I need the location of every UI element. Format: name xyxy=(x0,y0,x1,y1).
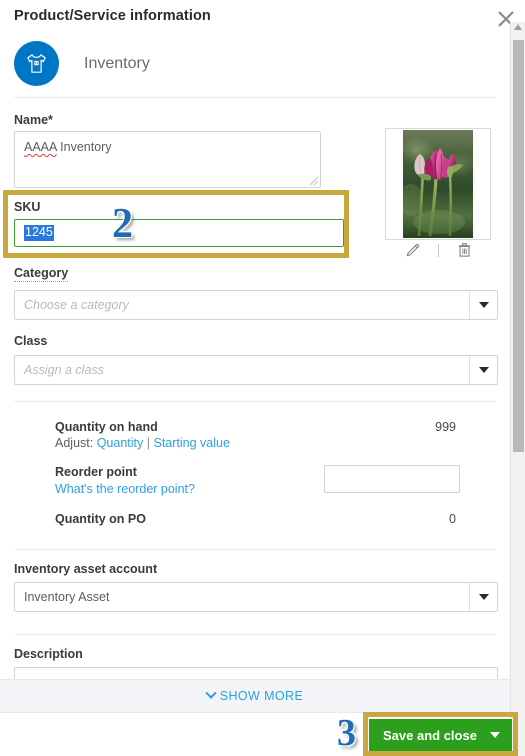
category-label: Category xyxy=(14,266,69,282)
category-value[interactable]: Choose a category xyxy=(15,291,469,319)
caret-down-icon[interactable] xyxy=(478,732,512,738)
sku-value: 1245 xyxy=(24,224,54,242)
show-more-button[interactable]: SHOW MORE xyxy=(205,687,304,703)
quantity-on-po-value: 0 xyxy=(449,512,456,526)
product-type-label: Inventory xyxy=(84,54,150,72)
inventory-asset-account-select[interactable]: Inventory Asset xyxy=(14,582,498,612)
name-resize-handle[interactable] xyxy=(308,175,319,186)
show-more-bar: SHOW MORE xyxy=(0,679,510,712)
class-label: Class xyxy=(14,334,48,348)
inventory-asset-account-value[interactable]: Inventory Asset xyxy=(15,583,469,611)
chevron-down-icon xyxy=(205,687,217,699)
adjust-row: Adjust: Quantity | Starting value xyxy=(55,436,230,450)
reorder-point-help-link[interactable]: What's the reorder point? xyxy=(55,482,195,496)
adjust-starting-value-link[interactable]: Starting value xyxy=(153,436,229,450)
chevron-down-icon[interactable] xyxy=(469,583,497,611)
description-label: Description xyxy=(14,647,83,661)
class-select[interactable]: Assign a class xyxy=(14,355,498,385)
name-value-rest: Inventory xyxy=(56,140,112,154)
divider-before-description xyxy=(14,634,496,635)
adjust-separator: | xyxy=(146,436,150,450)
class-value[interactable]: Assign a class xyxy=(15,356,469,384)
inventory-asset-account-label: Inventory asset account xyxy=(14,562,158,576)
product-image-thumbnail[interactable] xyxy=(385,128,491,240)
save-and-close-label: Save and close xyxy=(383,727,477,743)
reorder-point-input[interactable] xyxy=(324,465,460,493)
trash-icon[interactable] xyxy=(457,242,472,258)
category-select[interactable]: Choose a category xyxy=(14,290,498,320)
product-type-row: Inventory xyxy=(14,41,150,86)
name-label: Name* xyxy=(14,113,53,127)
image-actions xyxy=(385,242,491,258)
adjust-quantity-link[interactable]: Quantity xyxy=(97,436,144,450)
scrollbar-up-arrow-icon[interactable] xyxy=(514,24,522,30)
quantity-on-hand-label: Quantity on hand xyxy=(55,420,158,434)
name-input[interactable]: AAAA Inventory xyxy=(14,131,321,188)
chevron-down-icon[interactable] xyxy=(469,291,497,319)
tulip-flower-photo xyxy=(403,130,473,238)
panel-footer: Save and close xyxy=(0,712,512,756)
divider-header xyxy=(14,97,496,98)
product-service-information-panel: Product/Service information Inventory Na… xyxy=(0,0,525,756)
scrollbar-thumb[interactable] xyxy=(513,40,524,452)
divider-before-asset-account xyxy=(14,549,496,550)
action-divider xyxy=(437,243,439,257)
page-title: Product/Service information xyxy=(14,8,211,24)
name-value-misspelled: AAAA xyxy=(24,140,57,154)
adjust-prefix: Adjust: xyxy=(55,436,94,450)
quantity-on-po-label: Quantity on PO xyxy=(55,512,146,526)
pencil-icon[interactable] xyxy=(405,243,420,258)
save-and-close-button[interactable]: Save and close xyxy=(369,719,512,751)
show-more-label: SHOW MORE xyxy=(219,689,304,703)
reorder-point-label: Reorder point xyxy=(55,465,137,479)
sku-input[interactable]: 1245 xyxy=(14,219,344,247)
sku-label: SKU xyxy=(14,200,41,214)
quantity-on-hand-value: 999 xyxy=(435,420,456,434)
vertical-scrollbar[interactable] xyxy=(510,22,525,756)
chevron-down-icon[interactable] xyxy=(469,356,497,384)
tshirt-icon xyxy=(14,41,59,86)
divider-before-quantity xyxy=(14,401,496,402)
